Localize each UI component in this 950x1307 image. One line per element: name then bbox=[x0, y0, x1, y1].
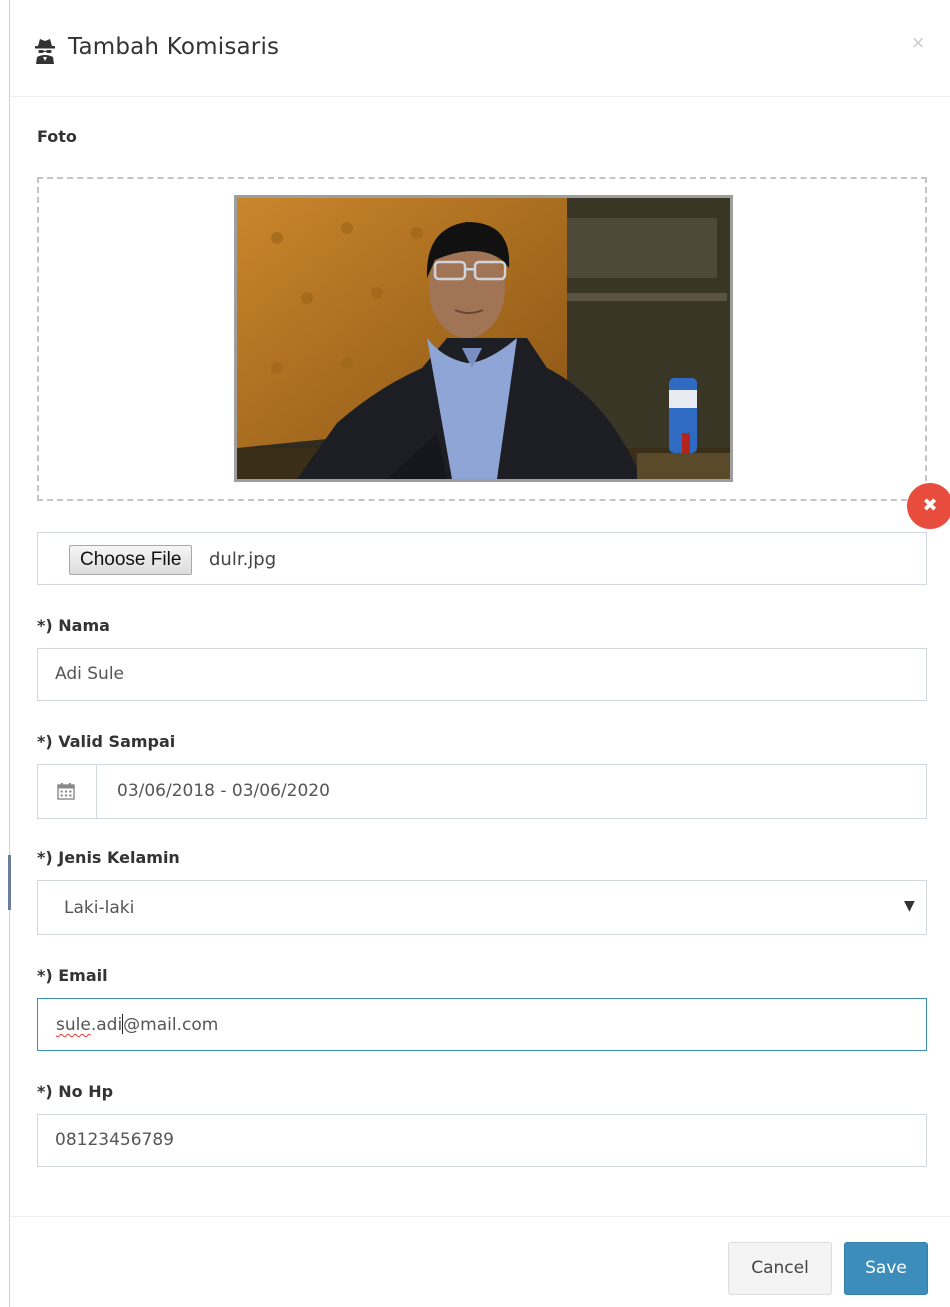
valid-until-input[interactable]: 03/06/2018 - 03/06/2020 bbox=[37, 764, 927, 819]
photo-label: Foto bbox=[37, 127, 77, 146]
valid-until-value: 03/06/2018 - 03/06/2020 bbox=[117, 781, 330, 801]
email-value-middle: .adi bbox=[90, 1015, 123, 1035]
modal-header: Tambah Komisaris × bbox=[11, 0, 950, 97]
file-name: dulr.jpg bbox=[209, 549, 277, 570]
gender-label: *) Jenis Kelamin bbox=[37, 848, 180, 867]
email-value: sule.adi@mail.com bbox=[56, 1014, 218, 1035]
page-left-edge bbox=[0, 0, 10, 1307]
email-value-domain: @mail.com bbox=[123, 1015, 219, 1035]
phone-input[interactable]: 08123456789 bbox=[37, 1114, 927, 1167]
close-icon[interactable]: × bbox=[911, 33, 925, 53]
name-label: *) Nama bbox=[37, 616, 110, 635]
gender-selected-value: Laki-laki bbox=[64, 898, 135, 918]
choose-file-button[interactable]: Choose File bbox=[69, 545, 193, 575]
modal-footer: Cancel Save bbox=[11, 1216, 950, 1307]
email-value-user: sule bbox=[56, 1015, 91, 1035]
email-label: *) Email bbox=[37, 966, 108, 985]
name-input[interactable]: Adi Sule bbox=[37, 648, 927, 701]
save-button[interactable]: Save bbox=[844, 1242, 928, 1295]
user-secret-icon bbox=[35, 39, 55, 64]
valid-until-label: *) Valid Sampai bbox=[37, 732, 176, 751]
email-input[interactable]: sule.adi@mail.com bbox=[37, 998, 927, 1051]
gender-select[interactable]: Laki-laki ▼ bbox=[37, 880, 927, 935]
photo-preview bbox=[234, 195, 733, 482]
calendar-icon bbox=[57, 783, 75, 800]
photo-dropzone[interactable] bbox=[37, 177, 927, 501]
cancel-button[interactable]: Cancel bbox=[728, 1242, 832, 1295]
file-input: Choose File dulr.jpg bbox=[37, 532, 927, 585]
photo-preview-image bbox=[237, 198, 730, 479]
remove-photo-button[interactable]: ✖ bbox=[907, 483, 950, 529]
modal-title: Tambah Komisaris bbox=[68, 34, 280, 60]
phone-label: *) No Hp bbox=[37, 1082, 114, 1101]
caret-down-icon: ▼ bbox=[904, 898, 915, 914]
add-commissioner-modal: Tambah Komisaris × Foto ✖ Choose File du… bbox=[11, 0, 950, 1307]
date-addon bbox=[38, 765, 97, 818]
